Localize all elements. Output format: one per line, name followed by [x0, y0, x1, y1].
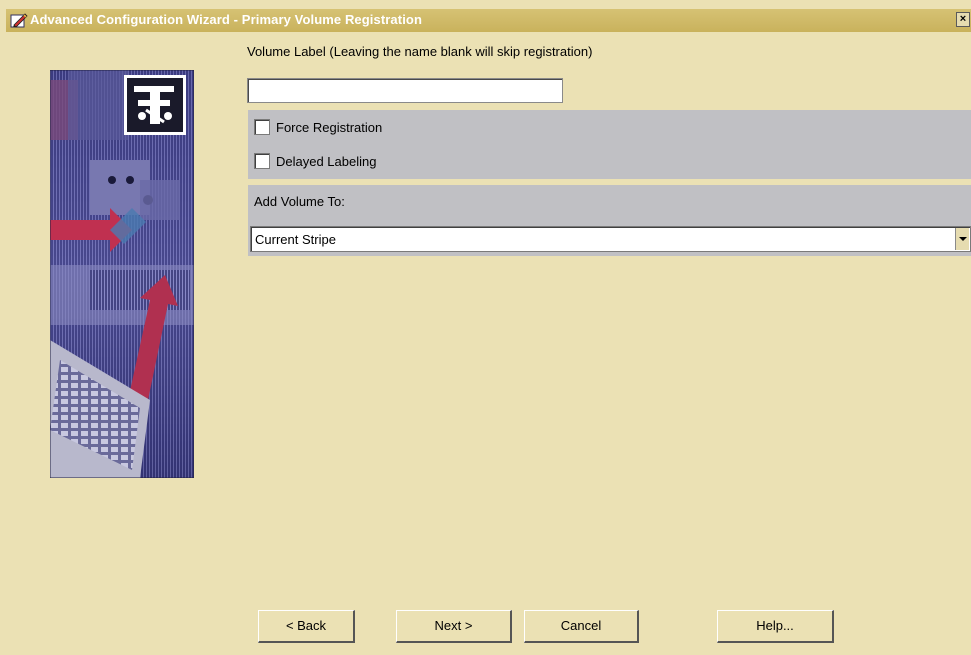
wizard-side-image	[50, 70, 194, 478]
force-registration-label[interactable]: Force Registration	[276, 120, 382, 135]
back-button[interactable]: < Back	[258, 610, 355, 643]
close-button[interactable]: ×	[956, 12, 970, 27]
wizard-pencil-icon	[10, 12, 28, 29]
close-icon: ×	[959, 13, 967, 25]
chevron-down-icon[interactable]	[955, 228, 969, 250]
next-button[interactable]: Next >	[396, 610, 512, 643]
volume-label-input[interactable]	[247, 78, 563, 103]
force-registration-checkbox[interactable]	[254, 119, 270, 135]
delayed-labeling-checkbox[interactable]	[254, 153, 270, 169]
add-volume-select[interactable]: Current Stripe	[250, 226, 971, 252]
help-button[interactable]: Help...	[717, 610, 834, 643]
delayed-labeling-label[interactable]: Delayed Labeling	[276, 154, 376, 169]
title-bar[interactable]: Advanced Configuration Wizard - Primary …	[6, 9, 971, 32]
add-volume-selected-value: Current Stripe	[255, 232, 336, 247]
add-volume-label: Add Volume To:	[254, 194, 345, 209]
window-title: Advanced Configuration Wizard - Primary …	[30, 12, 422, 27]
volume-label-caption: Volume Label (Leaving the name blank wil…	[247, 44, 593, 59]
cancel-button[interactable]: Cancel	[524, 610, 639, 643]
